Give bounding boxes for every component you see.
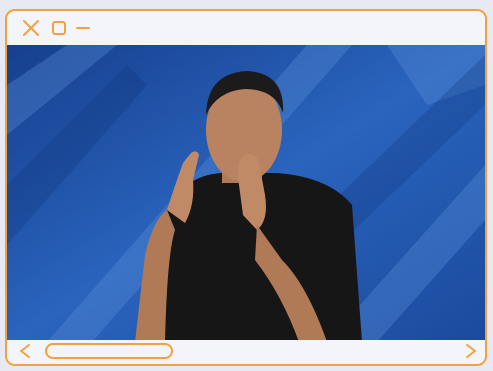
video-image: [7, 45, 485, 342]
player-navigation-bar: [7, 340, 485, 364]
window-titlebar: [7, 11, 485, 45]
video-frame[interactable]: [7, 45, 485, 342]
maximize-icon[interactable]: [50, 19, 68, 37]
chevron-left-icon[interactable]: [17, 342, 33, 360]
video-player-window: [5, 9, 487, 366]
close-icon[interactable]: [22, 19, 40, 37]
chevron-right-icon[interactable]: [463, 342, 479, 360]
minimize-icon[interactable]: [74, 19, 92, 37]
horizontal-scrollbar-thumb[interactable]: [45, 343, 173, 359]
